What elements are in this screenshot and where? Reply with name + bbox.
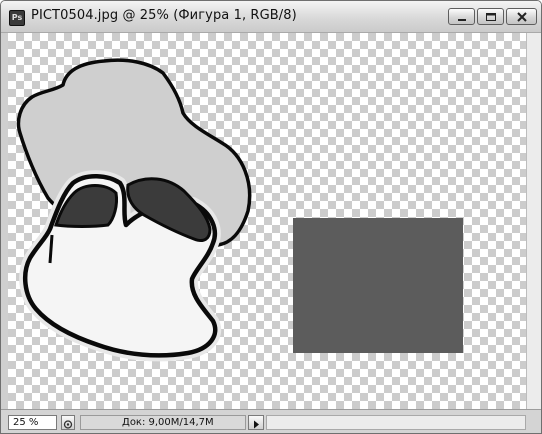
vertical-scrollbar[interactable] — [526, 33, 541, 409]
navigator-icon — [63, 420, 73, 429]
canvas-artwork — [16, 58, 463, 362]
stray-stroke — [48, 234, 54, 264]
maximize-icon — [486, 13, 496, 21]
window-title: PICT0504.jpg @ 25% (Фигура 1, RGB/8) — [31, 8, 297, 23]
minimize-button[interactable] — [448, 8, 475, 25]
status-bar: 25 % Док: 9,00M/14,7M — [1, 409, 541, 433]
dark-rectangle — [293, 218, 463, 353]
horizontal-scrollbar[interactable] — [266, 415, 526, 430]
play-arrow-icon — [254, 420, 259, 429]
title-bar[interactable]: Ps PICT0504.jpg @ 25% (Фигура 1, RGB/8) — [1, 1, 541, 33]
close-icon — [517, 12, 527, 22]
info-menu-button[interactable] — [248, 415, 264, 430]
zoom-field[interactable]: 25 % — [8, 415, 57, 430]
document-info: Док: 9,00M/14,7M — [80, 415, 246, 430]
minimize-icon — [458, 19, 466, 21]
maximize-button[interactable] — [477, 8, 504, 25]
navigator-button[interactable] — [61, 415, 75, 430]
photoshop-icon[interactable]: Ps — [9, 10, 25, 26]
document-window: Ps PICT0504.jpg @ 25% (Фигура 1, RGB/8) — [0, 0, 542, 434]
image-canvas[interactable] — [8, 33, 526, 409]
close-button[interactable] — [506, 8, 537, 25]
